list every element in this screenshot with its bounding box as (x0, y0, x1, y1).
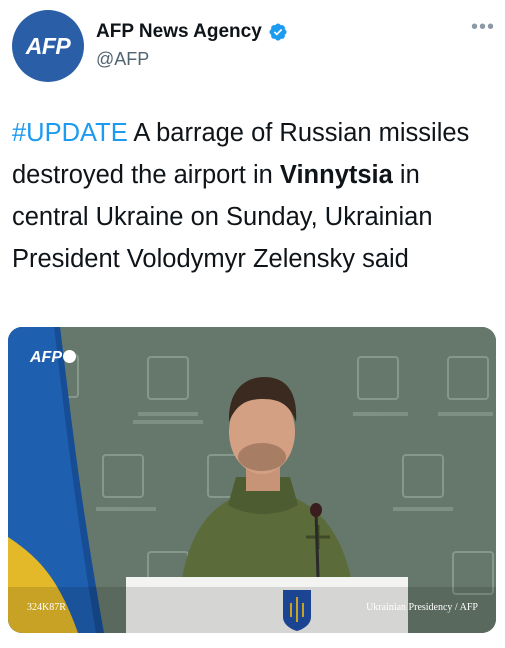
avatar-text: AFP (25, 32, 71, 59)
tweet-media-image[interactable]: AFP 324K87R Ukrainian Presidency / AFP (8, 327, 496, 633)
press-conference-photo (8, 327, 496, 633)
display-name[interactable]: AFP News Agency (96, 21, 262, 43)
photo-credit: Ukrainian Presidency / AFP (366, 602, 478, 613)
watermark-dot-icon (63, 350, 76, 363)
handle[interactable]: @AFP (96, 49, 149, 70)
afp-watermark: AFP (30, 349, 76, 367)
photo-code: 324K87R (27, 602, 66, 613)
hashtag-link[interactable]: #UPDATE (12, 119, 128, 147)
name-row: AFP News Agency (96, 21, 288, 43)
more-horizontal-icon[interactable]: ••• (471, 17, 495, 37)
avatar[interactable]: AFP (12, 10, 84, 82)
verified-badge-icon (269, 23, 287, 41)
tweet-text: #UPDATE A barrage of Russian missiles de… (12, 112, 482, 280)
tweet-bold-place: Vinnytsia (279, 161, 393, 189)
